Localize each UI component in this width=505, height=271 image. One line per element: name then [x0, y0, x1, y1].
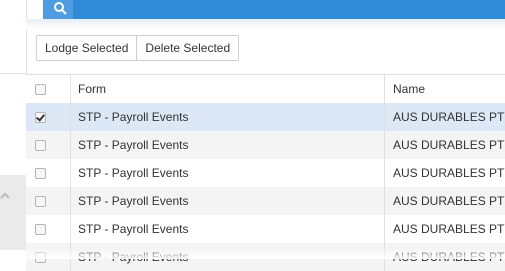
toolbar: Lodge Selected Delete Selected	[36, 35, 240, 61]
table-row[interactable]: STP - Payroll Events AUS DURABLES PTY	[26, 103, 505, 131]
form-cell: STP - Payroll Events	[70, 131, 385, 159]
bottom-fade	[26, 248, 505, 259]
column-header-form[interactable]: Form	[70, 75, 385, 103]
table-row[interactable]: STP - Payroll Events AUS DURABLES PTY	[26, 215, 505, 243]
left-sidebar	[0, 0, 27, 259]
row-checkbox[interactable]	[35, 196, 46, 207]
table-row[interactable]: STP - Payroll Events AUS DURABLES PTY	[26, 187, 505, 215]
name-cell: AUS DURABLES PTY	[385, 215, 505, 243]
row-checkbox[interactable]	[35, 224, 46, 235]
name-cell: AUS DURABLES PTY	[385, 131, 505, 159]
name-cell: AUS DURABLES PTY	[385, 159, 505, 187]
row-checkbox[interactable]	[35, 140, 46, 151]
column-header-name[interactable]: Name	[385, 75, 505, 103]
sidebar-collapsed-panel[interactable]	[0, 175, 26, 250]
search-button[interactable]	[43, 0, 73, 19]
name-value: AUS DURABLES PTY	[393, 166, 505, 180]
name-value: AUS DURABLES PTY	[393, 222, 505, 236]
name-cell: AUS DURABLES PTY	[385, 103, 505, 131]
table-row[interactable]: STP - Payroll Events AUS DURABLES PTY	[26, 159, 505, 187]
row-select-cell	[26, 215, 71, 243]
topbar-shadow	[26, 19, 505, 29]
form-cell: STP - Payroll Events	[70, 215, 385, 243]
row-select-cell	[26, 187, 71, 215]
name-cell: AUS DURABLES PTY	[385, 187, 505, 215]
form-value: STP - Payroll Events	[78, 194, 189, 208]
delete-selected-button[interactable]: Delete Selected	[137, 35, 240, 61]
row-select-cell	[26, 131, 71, 159]
name-value: AUS DURABLES PTY	[393, 194, 505, 208]
forms-table: Form Name STP - Payroll Events AUS DURAB…	[26, 74, 505, 271]
row-checkbox[interactable]	[35, 112, 46, 123]
column-header-label: Form	[78, 82, 106, 96]
header-select-cell	[26, 75, 71, 103]
form-value: STP - Payroll Events	[78, 138, 189, 152]
row-checkbox[interactable]	[35, 168, 46, 179]
select-all-checkbox[interactable]	[35, 84, 46, 95]
chevron-up-icon[interactable]	[0, 190, 10, 204]
form-cell: STP - Payroll Events	[70, 159, 385, 187]
column-header-label: Name	[393, 82, 426, 96]
row-select-cell	[26, 103, 71, 131]
table-header: Form Name	[26, 75, 505, 104]
lodge-selected-button[interactable]: Lodge Selected	[36, 35, 138, 61]
sidebar-divider	[0, 73, 26, 74]
top-search-bar	[43, 0, 505, 19]
form-cell: STP - Payroll Events	[70, 187, 385, 215]
table-row[interactable]: STP - Payroll Events AUS DURABLES PTY	[26, 131, 505, 159]
name-value: AUS DURABLES PTY	[393, 138, 505, 152]
form-value: STP - Payroll Events	[78, 110, 189, 124]
name-value: AUS DURABLES PTY	[393, 110, 505, 124]
form-value: STP - Payroll Events	[78, 166, 189, 180]
form-cell: STP - Payroll Events	[70, 103, 385, 131]
row-select-cell	[26, 159, 71, 187]
search-icon	[54, 2, 67, 15]
form-value: STP - Payroll Events	[78, 222, 189, 236]
